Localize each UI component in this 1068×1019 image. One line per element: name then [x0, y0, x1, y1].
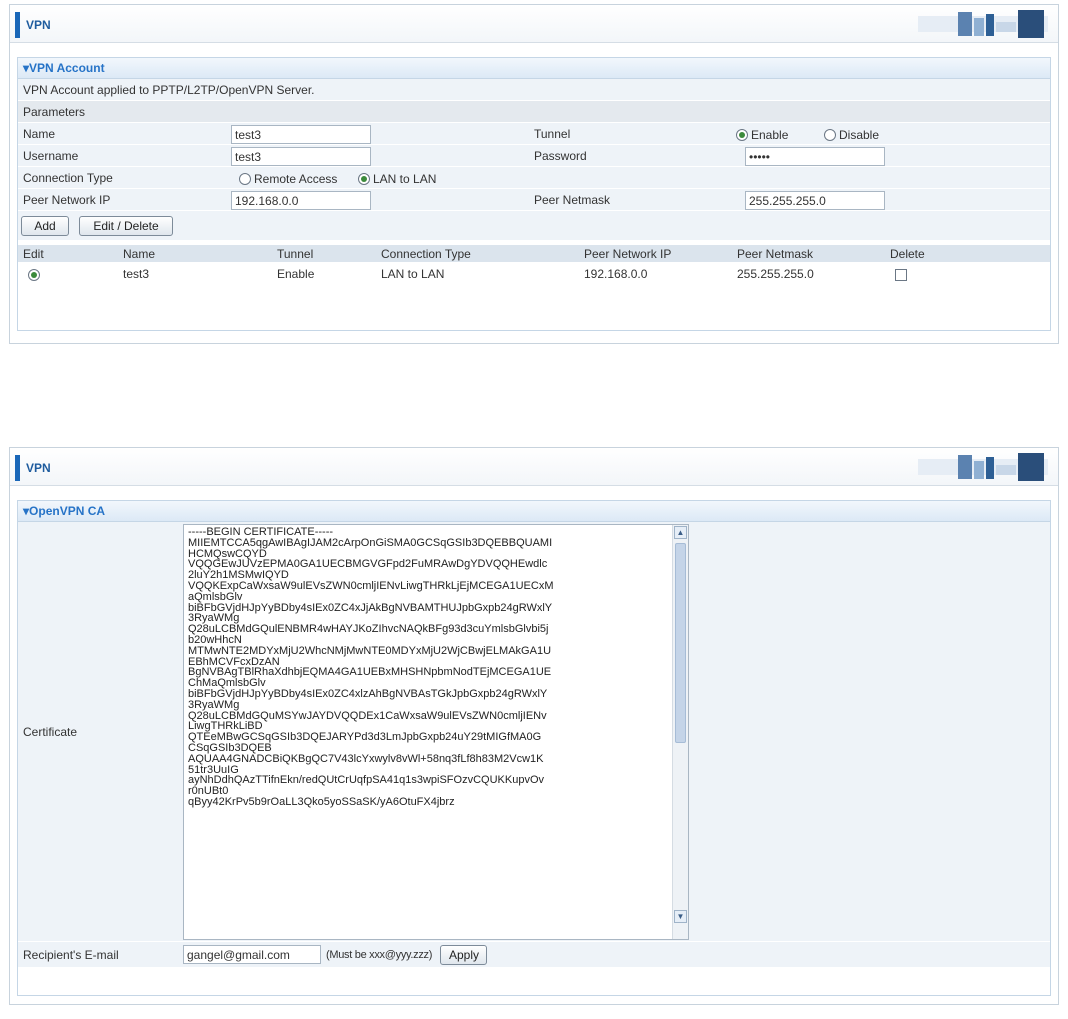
tunnel-enable-option[interactable]: Enable — [736, 124, 788, 146]
email-row: Recipient's E-mail (Must be xxx@yyy.zzz)… — [18, 942, 1050, 968]
col-tunnel: Tunnel — [277, 247, 314, 261]
section-title[interactable]: ▾OpenVPN CA — [18, 501, 1050, 522]
section-title[interactable]: ▾VPN Account — [18, 58, 1050, 79]
vpn-account-panel: VPN ▾VPN Account VPN Account applied to … — [9, 4, 1059, 344]
panel-header: VPN — [10, 448, 1058, 486]
banner-graphic-icon — [918, 453, 1048, 481]
username-label: Username — [23, 149, 79, 163]
name-row: Name Tunnel Enable Disable — [18, 123, 1050, 145]
table-header: Edit Name Tunnel Connection Type Peer Ne… — [18, 245, 1050, 263]
email-hint: (Must be xxx@yyy.zzz) — [326, 949, 433, 961]
radio-icon[interactable] — [824, 129, 836, 141]
col-peer-network-ip: Peer Network IP — [584, 247, 672, 261]
row-peer-network-ip: 192.168.0.0 — [584, 267, 648, 281]
connection-type-label: Connection Type — [23, 171, 113, 185]
table-row: test3 Enable LAN to LAN 192.168.0.0 255.… — [18, 263, 1050, 285]
edit-radio[interactable] — [28, 264, 43, 286]
vpn-account-section: ▾VPN Account VPN Account applied to PPTP… — [17, 57, 1051, 331]
col-edit: Edit — [23, 247, 44, 261]
radio-selected-icon[interactable] — [28, 269, 40, 281]
remote-access-option[interactable]: Remote Access — [239, 168, 337, 190]
delete-checkbox[interactable] — [895, 264, 907, 286]
parameters-label: Parameters — [23, 105, 86, 119]
peer-network-ip-input[interactable] — [231, 191, 371, 210]
peer-netmask-label: Peer Netmask — [534, 193, 611, 207]
email-input[interactable] — [183, 945, 321, 964]
panel-header: VPN — [10, 5, 1058, 43]
parameters-row: Parameters — [18, 101, 1050, 123]
certificate-text: -----BEGIN CERTIFICATE----- MIIEMTCCA5qg… — [188, 526, 554, 808]
email-label: Recipient's E-mail — [23, 948, 119, 962]
row-name: test3 — [123, 267, 150, 281]
radio-icon[interactable] — [239, 173, 251, 185]
certificate-textarea[interactable]: -----BEGIN CERTIFICATE----- MIIEMTCCA5qg… — [183, 524, 689, 940]
edit-delete-button[interactable]: Edit / Delete — [79, 216, 173, 236]
banner-graphic-icon — [918, 10, 1048, 38]
peer-network-ip-label: Peer Network IP — [23, 193, 111, 207]
connection-type-row: Connection Type Remote Access LAN to LAN — [18, 167, 1050, 189]
certificate-row: Certificate -----BEGIN CERTIFICATE----- … — [18, 522, 1050, 942]
apply-button[interactable]: Apply — [440, 945, 487, 965]
radio-selected-icon[interactable] — [736, 129, 748, 141]
tunnel-label: Tunnel — [534, 127, 571, 141]
header-accent-bar — [15, 455, 20, 481]
add-button[interactable]: Add — [21, 216, 69, 236]
col-name: Name — [123, 247, 156, 261]
lan-to-lan-option[interactable]: LAN to LAN — [358, 168, 436, 190]
info-text: VPN Account applied to PPTP/L2TP/OpenVPN… — [23, 83, 315, 97]
openvpn-ca-section: ▾OpenVPN CA Certificate -----BEGIN CERTI… — [17, 500, 1051, 996]
peer-network-row: Peer Network IP Peer Netmask — [18, 189, 1050, 211]
username-row: Username Password — [18, 145, 1050, 167]
col-delete: Delete — [890, 247, 925, 261]
col-connection-type: Connection Type — [381, 247, 471, 261]
page-title: VPN — [26, 461, 51, 475]
scroll-up-icon[interactable]: ▲ — [674, 526, 687, 539]
certificate-scrollbar[interactable]: ▲ ▼ — [672, 525, 688, 939]
openvpn-ca-panel: VPN ▾OpenVPN CA Certificate -----BEGIN C… — [9, 447, 1059, 1005]
peer-netmask-input[interactable] — [745, 191, 885, 210]
radio-selected-icon[interactable] — [358, 173, 370, 185]
page-title: VPN — [26, 18, 51, 32]
scroll-down-icon[interactable]: ▼ — [674, 910, 687, 923]
scroll-thumb[interactable] — [675, 543, 686, 743]
row-peer-netmask: 255.255.255.0 — [737, 267, 814, 281]
row-tunnel: Enable — [277, 267, 315, 281]
name-label: Name — [23, 127, 56, 141]
col-peer-netmask: Peer Netmask — [737, 247, 814, 261]
row-connection-type: LAN to LAN — [381, 267, 445, 281]
checkbox-icon[interactable] — [895, 269, 907, 281]
password-input[interactable] — [745, 147, 885, 166]
info-row: VPN Account applied to PPTP/L2TP/OpenVPN… — [18, 79, 1050, 101]
username-input[interactable] — [231, 147, 371, 166]
password-label: Password — [534, 149, 587, 163]
button-row: Add Edit / Delete — [18, 211, 1050, 241]
name-input[interactable] — [231, 125, 371, 144]
header-accent-bar — [15, 12, 20, 38]
tunnel-disable-option[interactable]: Disable — [824, 124, 879, 146]
certificate-label: Certificate — [23, 725, 78, 739]
